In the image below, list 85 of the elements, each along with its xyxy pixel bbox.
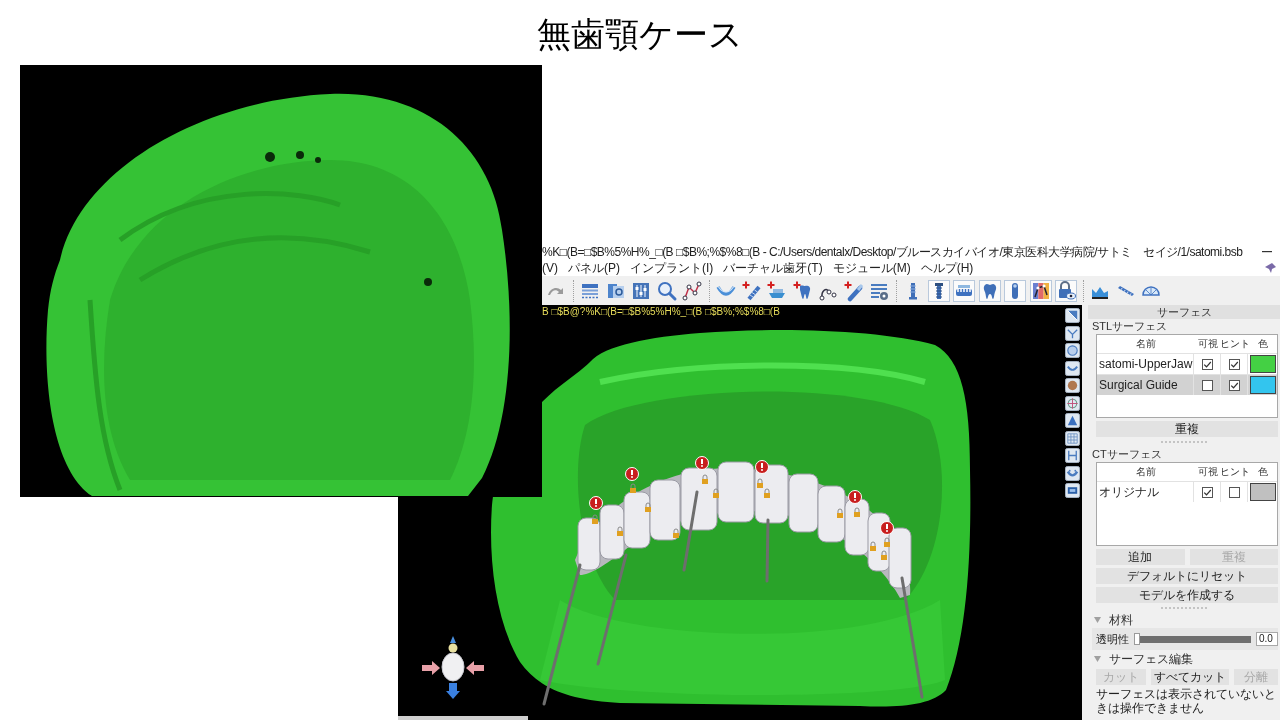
checkbox[interactable]	[1201, 379, 1213, 391]
table-cell: オリジナル	[1099, 486, 1159, 498]
menu-item[interactable]: モジュール(M)	[832, 262, 911, 274]
panel-button[interactable]: 追加	[1096, 549, 1185, 565]
group-label: STLサーフェス	[1092, 319, 1169, 334]
column-header: ヒント	[1219, 339, 1250, 349]
lock-icon	[630, 483, 636, 493]
window-title: %K□(B=□$B%5%H%_□(B □$B%;%$%8□(B - C:/Users/dentalx/Desktop/ブルースカイバイオ/東京医科大学病院/サトミ セイジ/1/satomi.bsb	[542, 245, 1243, 258]
slide-title: 無歯顎ケース	[537, 14, 743, 55]
menu-item[interactable]: パネル(P)	[568, 262, 620, 274]
capsule-icon[interactable]	[1004, 279, 1026, 302]
implant-axis-line	[765, 518, 770, 583]
menu-item[interactable]: ヘルプ(H)	[920, 262, 974, 274]
color-swatch[interactable]	[1249, 376, 1276, 394]
column-header: 名前	[1135, 467, 1156, 477]
checkbox[interactable]	[1228, 486, 1240, 498]
lock-icon	[713, 488, 719, 498]
pin-icon[interactable]	[1264, 262, 1277, 274]
node-path-icon[interactable]	[681, 279, 703, 302]
crosshair-icon[interactable]	[1064, 395, 1080, 411]
panel-button[interactable]: 重複	[1096, 421, 1278, 437]
lock-icon	[617, 526, 623, 536]
head-orientation-icon[interactable]	[420, 635, 486, 701]
axes-icon[interactable]	[1064, 325, 1080, 341]
lock-eye-icon[interactable]	[1055, 279, 1077, 302]
value-field[interactable]: 0.0	[1256, 632, 1278, 646]
teeth-row-icon[interactable]	[953, 279, 975, 302]
lock-icon	[645, 502, 651, 512]
jaw-view-icon[interactable]	[1064, 465, 1080, 481]
lock-icon	[870, 541, 876, 551]
column-header: 可視	[1197, 467, 1218, 477]
arch-view-icon[interactable]	[1064, 360, 1080, 376]
panel-header: サーフェス	[1088, 305, 1280, 319]
table-row[interactable]: Surgical Guide	[1097, 374, 1277, 395]
column-header: 色	[1257, 467, 1268, 477]
lock-icon	[702, 474, 708, 484]
measure-icon[interactable]	[1064, 448, 1080, 463]
menu-item[interactable]: バーチャル歯牙(T)	[723, 262, 823, 274]
lock-icon	[837, 508, 843, 518]
slider-track[interactable]	[1134, 633, 1251, 645]
table-row[interactable]: オリジナル	[1097, 481, 1277, 502]
grid-icon[interactable]	[1064, 430, 1080, 446]
avatar-icon[interactable]	[1064, 378, 1080, 393]
model-viewport[interactable]: B □$B@?%K□(B=□$B%5%H%_□(B □$B%;%$%8□(B	[542, 305, 1062, 720]
diagonal-view-icon[interactable]	[1064, 308, 1080, 323]
table-cell: satomi-UpperJaw	[1099, 358, 1193, 370]
column-header: 名前	[1135, 339, 1156, 349]
checkbox[interactable]	[1228, 379, 1240, 391]
tool-add-icon[interactable]	[842, 279, 865, 302]
table-cell: Surgical Guide	[1099, 379, 1178, 391]
lock-icon	[881, 550, 887, 560]
column-header: 可視	[1197, 339, 1218, 349]
lock-icon	[854, 507, 860, 517]
color-swatch[interactable]	[1249, 483, 1276, 501]
menu-item[interactable]: (V)	[542, 262, 558, 274]
checkbox[interactable]	[1201, 358, 1213, 370]
slider-label: 透明性	[1096, 633, 1129, 645]
menu-item[interactable]: インプラント(I)	[630, 262, 714, 274]
circle-view-icon[interactable]	[1064, 343, 1080, 358]
slider-thumb[interactable]	[1134, 633, 1140, 645]
lock-icon	[673, 528, 679, 538]
table-row[interactable]: satomi-UpperJaw	[1097, 353, 1277, 374]
pyramid-icon[interactable]	[1064, 413, 1080, 428]
tooth-icon[interactable]	[978, 279, 1001, 302]
note-text: サーフェスは表示されていないときは操作できません	[1096, 687, 1277, 715]
zoom-icon[interactable]	[655, 279, 678, 302]
screw-add-icon[interactable]	[740, 279, 763, 302]
checkbox[interactable]	[1201, 486, 1213, 498]
color-stripes-icon[interactable]	[1029, 279, 1052, 302]
screw-icon[interactable]	[927, 279, 950, 302]
panel-button[interactable]: デフォルトにリセット	[1096, 568, 1278, 584]
section-title: 材料	[1109, 614, 1133, 626]
group-label: CTサーフェス	[1092, 447, 1163, 462]
panel-button[interactable]: すべてカット	[1151, 669, 1229, 685]
lock-icon	[592, 514, 598, 524]
screen-icon[interactable]	[1064, 483, 1080, 498]
color-swatch[interactable]	[1249, 355, 1276, 373]
section-title: サーフェス編集	[1109, 653, 1193, 665]
column-header: 色	[1257, 339, 1268, 349]
column-header: ヒント	[1219, 467, 1250, 477]
lock-icon	[884, 537, 890, 547]
checkbox[interactable]	[1228, 358, 1240, 370]
viewport-caption: B □$B@?%K□(B=□$B%5%H%_□(B □$B%;%$%8□(B	[542, 307, 780, 317]
panel-button[interactable]: モデルを作成する	[1096, 587, 1278, 603]
minimize-icon[interactable]	[1262, 250, 1272, 253]
